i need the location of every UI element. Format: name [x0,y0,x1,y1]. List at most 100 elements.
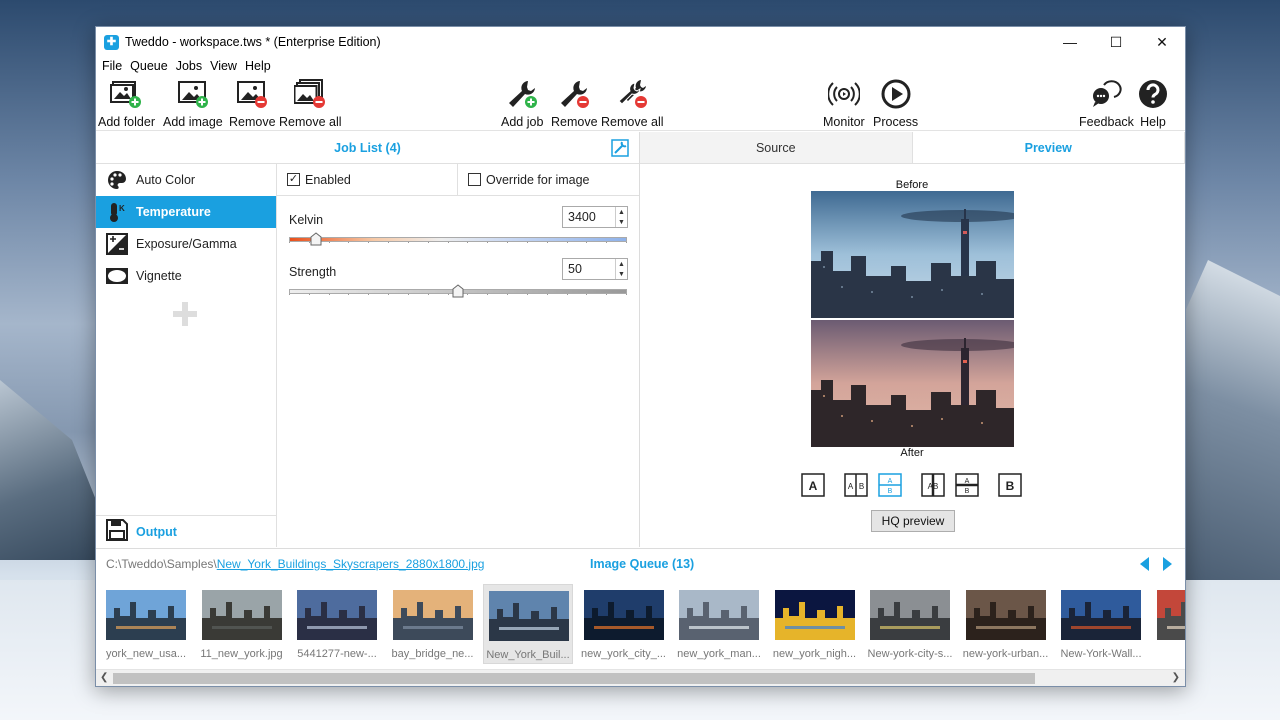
svg-text:A: A [965,478,970,485]
override-checkbox[interactable]: Override for image [458,164,590,195]
remove-image-button[interactable]: Remove [229,77,276,129]
thumbnail-caption: 5441277-new-... [297,648,377,660]
path-prefix: C:\Tweddo\Samples\ [106,556,217,571]
job-item-exposure-gamma[interactable]: Exposure/Gamma [96,228,276,260]
feedback-chat-icon [1089,77,1123,111]
queue-thumbnail[interactable]: nurZ [1152,584,1185,664]
process-button[interactable]: Process [873,77,918,129]
title-bar: ✚ Tweddo - workspace.tws * (Enterprise E… [96,27,1185,57]
save-floppy-icon [106,519,128,544]
preview-area: Before After A A B A B AB A B B HQ previ… [640,164,1185,547]
kelvin-slider-track[interactable] [289,237,627,242]
spin-down-icon[interactable]: ▼ [616,217,627,227]
svg-text:B: B [1006,479,1015,493]
queue-thumbnail[interactable]: 11_new_york.jpg [197,584,287,664]
image-queue-title: Image Queue (13) [590,556,695,571]
spin-up-icon[interactable]: ▲ [616,207,627,217]
mode-split-vertical-button[interactable]: AB [921,472,945,498]
enabled-checkbox[interactable]: ✓ Enabled [277,164,458,195]
minimize-button[interactable]: — [1047,27,1093,57]
thumbnail-image [201,590,282,640]
job-item-temperature[interactable]: K Temperature [96,196,276,228]
tab-preview[interactable]: Preview [912,132,1185,163]
mode-side-by-side-button[interactable]: AB [844,472,868,498]
menu-help[interactable]: Help [242,59,274,73]
help-label: Help [1140,115,1166,129]
queue-thumbnail[interactable]: New_York_Buil... [483,584,573,664]
menu-file[interactable]: File [99,59,125,73]
vignette-icon [106,265,128,287]
remove-all-jobs-button[interactable]: Remove all [601,77,664,129]
queue-thumbnail[interactable]: new_york_man... [674,584,764,664]
svg-text:B: B [888,488,893,495]
add-folder-button[interactable]: Add folder [98,77,155,129]
mode-stacked-button[interactable]: AB [878,472,902,498]
thermometer-icon: K [106,201,128,223]
output-item[interactable]: Output [96,515,276,547]
hq-preview-button[interactable]: HQ preview [871,510,955,532]
mode-b-button[interactable]: B [998,472,1022,498]
override-label: Override for image [486,172,590,187]
job-item-vignette[interactable]: Vignette [96,260,276,292]
mode-a-button[interactable]: A [801,472,825,498]
options-row: ✓ Enabled Override for image [277,164,639,196]
add-folder-icon [109,77,143,111]
path-file-link[interactable]: New_York_Buildings_Skyscrapers_2880x1800… [217,557,485,571]
add-image-button[interactable]: Add image [163,77,223,129]
image-queue-thumbnails: york_new_usa... 11_new_york.jpg 5441277-ne… [96,583,1185,669]
queue-thumbnail[interactable]: new_york_nigh... [770,584,860,664]
tab-source[interactable]: Source [640,132,913,163]
edit-job-icon[interactable] [611,139,629,157]
queue-thumbnail[interactable]: New-York-Wall... [1056,584,1146,664]
queue-thumbnail[interactable]: york_new_usa... [101,584,191,664]
menu-jobs[interactable]: Jobs [173,59,205,73]
spin-up-icon[interactable]: ▲ [616,259,627,269]
scrollbar-thumb[interactable] [113,673,1035,684]
job-list-title: Job List (4) [334,140,401,155]
menu-queue[interactable]: Queue [127,59,171,73]
queue-thumbnail[interactable]: New-york-city-s... [865,584,955,664]
remove-job-button[interactable]: Remove [551,77,598,129]
menu-view[interactable]: View [207,59,240,73]
feedback-button[interactable]: Feedback [1079,77,1134,129]
scroll-right-icon[interactable]: ❯ [1172,672,1180,683]
svg-text:AB: AB [928,482,939,491]
help-button[interactable]: Help [1136,77,1170,129]
strength-spinbox[interactable]: 50 ▲ ▼ [562,258,628,280]
queue-thumbnail[interactable]: new-york-urban... [961,584,1051,664]
strength-value: 50 [568,262,582,276]
queue-thumbnail[interactable]: 5441277-new-... [292,584,382,664]
queue-thumbnail[interactable]: new_york_city_... [579,584,669,664]
horizontal-scrollbar[interactable]: ❮ ❯ [96,669,1185,686]
svg-text:B: B [965,488,970,495]
scroll-left-icon[interactable]: ❮ [100,672,108,683]
svg-text:K: K [119,204,125,213]
next-arrow-icon[interactable] [1163,557,1172,571]
strength-label: Strength [289,265,337,279]
job-settings: ✓ Enabled Override for image Kelvin 3400… [277,164,639,547]
add-folder-label: Add folder [98,115,155,129]
thumbnail-image [489,591,569,641]
remove-all-images-button[interactable]: Remove all [279,77,342,129]
add-job-button[interactable]: Add job [501,77,543,129]
after-image [811,320,1014,447]
add-job-plus-icon[interactable] [173,302,197,326]
mode-split-horizontal-button[interactable]: AB [955,472,979,498]
add-image-icon [176,77,210,111]
monitor-button[interactable]: Monitor [823,77,865,129]
maximize-button[interactable]: ☐ [1093,27,1139,57]
remove-all-images-icon [293,77,327,111]
close-button[interactable]: ✕ [1139,27,1185,57]
after-label: After [900,447,924,459]
thumbnail-image [870,590,950,640]
feedback-label: Feedback [1079,115,1134,129]
enabled-label: Enabled [305,172,351,187]
queue-thumbnail[interactable]: bay_bridge_ne... [388,584,478,664]
kelvin-slider-thumb[interactable] [310,232,322,246]
kelvin-spinbox[interactable]: 3400 ▲ ▼ [562,206,628,228]
prev-arrow-icon[interactable] [1140,557,1149,571]
spin-down-icon[interactable]: ▼ [616,269,627,279]
job-item-auto-color[interactable]: Auto Color [96,164,276,196]
strength-slider-thumb[interactable] [452,284,464,298]
thumbnail-image [679,590,759,640]
